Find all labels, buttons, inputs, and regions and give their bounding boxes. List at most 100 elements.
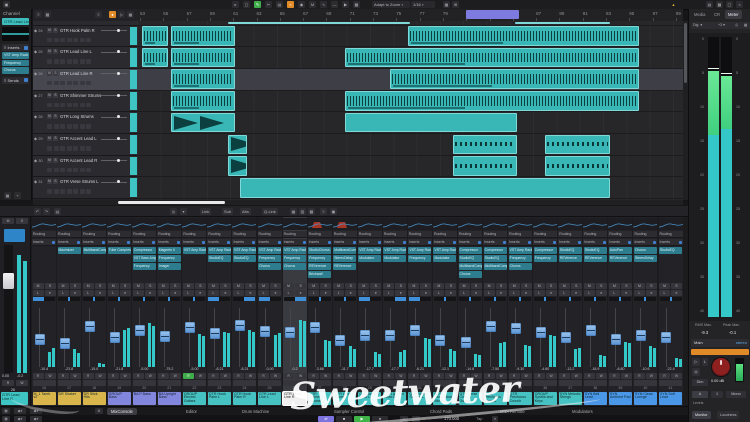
eq-curve-thumbnail[interactable] <box>232 218 256 230</box>
mixer-channel[interactable]: RoutingInsertsStudioEQREVerenceMSLe-13.2… <box>558 217 582 406</box>
inserts-row[interactable]: Inserts <box>358 239 382 246</box>
insert-slot[interactable]: REVerence <box>584 255 607 262</box>
insert-slot[interactable]: StereoDelay <box>634 255 657 262</box>
inserts-bypass-icon[interactable] <box>127 241 130 244</box>
track-volume-slider[interactable] <box>101 95 127 96</box>
routing-row[interactable]: Routing <box>383 231 407 238</box>
channel-mute-button[interactable]: M <box>33 283 44 289</box>
meter-offset-dropdown[interactable]: +3 ▾ <box>716 22 734 29</box>
fader-section[interactable] <box>308 308 332 367</box>
channel-edit-button[interactable]: e <box>521 290 532 296</box>
fader-section[interactable] <box>633 308 657 367</box>
channel-listen-button[interactable]: L <box>383 290 394 296</box>
fader-cap[interactable] <box>310 322 320 333</box>
redo-icon[interactable]: ↷ <box>43 208 50 215</box>
track-mute-button[interactable]: M <box>47 49 52 54</box>
channel-name-label[interactable]: GTR Long Strums <box>333 392 356 405</box>
audio-event[interactable] <box>345 113 517 133</box>
track-header[interactable]: ◆ 24MSGTR Hook Palm R <box>33 26 137 48</box>
event-display[interactable] <box>137 21 683 200</box>
insert-slot[interactable]: Frequency <box>283 255 306 262</box>
track-control-button[interactable] <box>47 38 52 43</box>
channel-solo-button[interactable]: S <box>571 283 582 289</box>
pan-control[interactable] <box>208 297 230 301</box>
channel-listen-button[interactable]: L <box>208 290 219 296</box>
channel-name-label[interactable]: GTR Modulation Mix B <box>433 392 456 405</box>
eq-curve-thumbnail[interactable] <box>333 218 357 230</box>
inserts-row[interactable]: Inserts <box>508 239 532 246</box>
track-volume-slider[interactable] <box>101 117 127 118</box>
track-control-button[interactable] <box>86 124 91 129</box>
mixer-channel[interactable]: RoutingInsertsMultibandCompStereoDelayRE… <box>333 217 357 406</box>
channel-solo-button[interactable]: S <box>45 283 56 289</box>
channel-mute-button[interactable]: M <box>584 283 595 289</box>
mixer-channel[interactable]: RoutingInsertsCompressorFrequencyMSLe-4.… <box>533 217 557 406</box>
inserts-row[interactable]: Inserts <box>157 239 181 246</box>
hub-window-icon[interactable]: ▣ <box>3 1 10 8</box>
fader-section[interactable] <box>433 308 457 367</box>
audio-event[interactable] <box>545 156 610 176</box>
track-control-button[interactable] <box>86 81 91 86</box>
channel-listen-button[interactable]: L <box>408 290 419 296</box>
insert-slot[interactable]: REVerence <box>559 255 582 262</box>
insert-slot[interactable]: Compressor <box>459 247 482 254</box>
channel-solo-button[interactable]: S <box>521 283 532 289</box>
fader-cap[interactable] <box>661 332 671 343</box>
volume-slider-handle[interactable] <box>117 115 120 118</box>
eq-curve-thumbnail[interactable] <box>107 218 131 230</box>
track-control-button[interactable] <box>60 124 65 129</box>
solo-button[interactable]: S <box>16 218 28 224</box>
write-automation-button[interactable]: W <box>370 373 381 379</box>
routing-row[interactable]: Routing <box>558 231 582 238</box>
pan-control[interactable] <box>33 297 55 301</box>
track-control-button[interactable] <box>54 124 59 129</box>
track-header[interactable]: ◆ 29MSGTR Accent Lead L <box>33 134 137 156</box>
meter-scale-dropdown[interactable]: Dig. ▾ <box>691 22 717 29</box>
fader-section[interactable] <box>408 308 432 367</box>
channel-name-label[interactable]: BA P Bass <box>133 392 156 405</box>
audio-event[interactable] <box>453 156 517 176</box>
tempo-display[interactable]: 170.000 <box>444 416 459 422</box>
track-control-button[interactable] <box>47 103 52 108</box>
read-automation-button[interactable]: R <box>459 373 470 379</box>
eq-curve-thumbnail[interactable] <box>408 218 432 230</box>
channel-name-label[interactable]: GROUP Electric Guitars <box>183 392 206 405</box>
track-control-button[interactable] <box>67 189 72 194</box>
read-automation-button[interactable]: R <box>33 373 44 379</box>
routing-row[interactable]: Routing <box>283 231 307 238</box>
channel-mute-button[interactable]: M <box>559 283 570 289</box>
mixer-channel[interactable]: RoutingInsertsCompressorStudioEQMultiban… <box>483 217 507 406</box>
channel-solo-button[interactable]: S <box>170 283 181 289</box>
track-control-button[interactable] <box>73 146 78 151</box>
lower-tab-drum-machine[interactable]: Drum Machine <box>238 408 273 415</box>
insert-slot[interactable]: REVerence <box>308 263 331 270</box>
write-automation-button[interactable]: W <box>621 373 632 379</box>
track-solo-button[interactable]: S <box>53 158 58 163</box>
insert-slot[interactable]: StereoDelay <box>333 255 356 262</box>
eq-curve-thumbnail[interactable] <box>633 218 657 230</box>
track-mute-button[interactable]: M <box>47 158 52 163</box>
track-control-button[interactable] <box>54 168 59 173</box>
mixer-channel[interactable]: RoutingInsertsVST Amp RackStudioEQMSLe-8… <box>232 217 256 406</box>
fader-cap[interactable] <box>461 337 471 348</box>
event-row[interactable] <box>137 156 683 178</box>
read-automation-button[interactable]: R <box>258 373 269 379</box>
channel-listen-button[interactable]: L <box>634 290 645 296</box>
insert-slot[interactable]: Frequency <box>408 255 431 262</box>
channel-listen-button[interactable]: L <box>308 290 319 296</box>
track-control-button[interactable] <box>80 124 85 129</box>
track-visibility-icon[interactable]: ≡ <box>35 11 42 18</box>
inserts-row[interactable]: Inserts <box>458 239 482 246</box>
pan-control[interactable] <box>133 297 155 301</box>
fader-cap[interactable] <box>35 334 45 345</box>
channel-name-label[interactable]: GTR Prechorus Crunch <box>509 392 532 405</box>
channel-solo-button[interactable]: S <box>471 283 482 289</box>
pan-control[interactable] <box>309 297 331 301</box>
inserts-bypass-icon[interactable] <box>603 241 606 244</box>
track-control-button[interactable] <box>86 168 91 173</box>
routing-row[interactable]: Routing <box>508 231 532 238</box>
event-row[interactable] <box>137 26 683 48</box>
event-row[interactable] <box>137 91 683 113</box>
fader-section[interactable] <box>182 308 206 367</box>
event-row[interactable] <box>137 134 683 156</box>
